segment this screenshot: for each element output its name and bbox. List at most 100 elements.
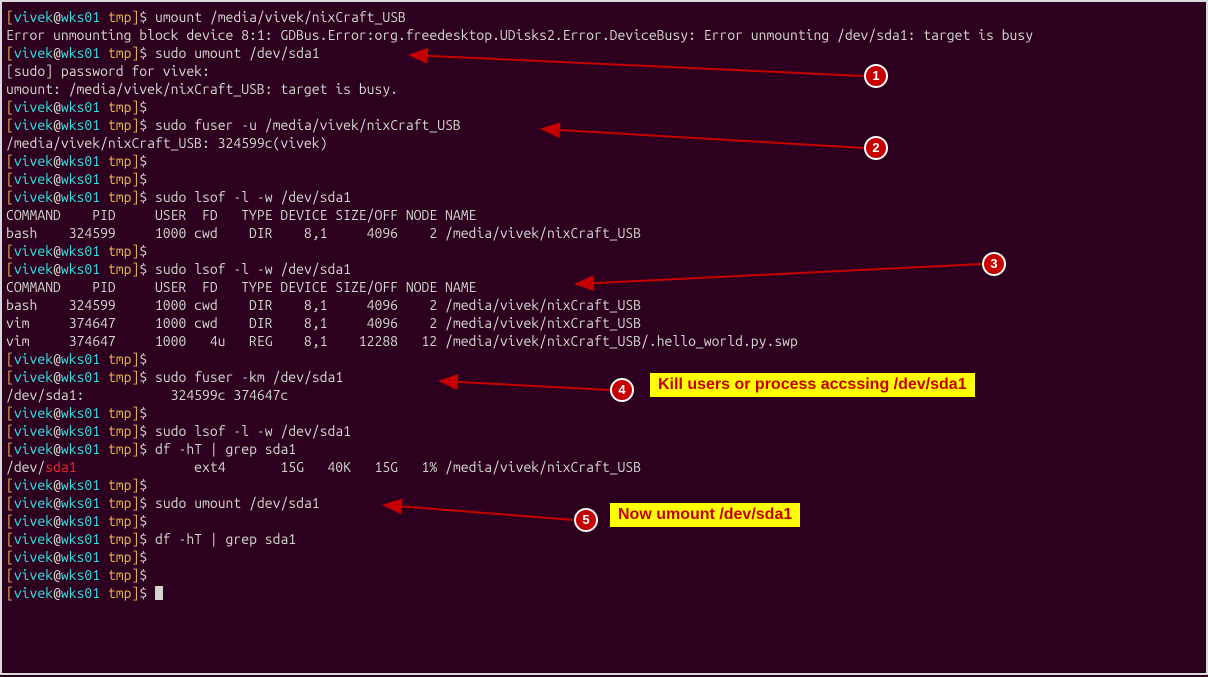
prompt-user: vivek xyxy=(14,567,53,583)
prompt-symbol: $ xyxy=(139,153,155,169)
prompt-host: wks01 xyxy=(61,99,100,115)
output-line: umount: /media/vivek/nixCraft_USB: targe… xyxy=(6,80,1202,98)
command-text: sudo lsof -l -w /dev/sda1 xyxy=(155,189,351,205)
prompt-bracket-open: [ xyxy=(6,531,14,547)
prompt-symbol: $ xyxy=(139,189,155,205)
prompt-symbol: $ xyxy=(139,45,155,61)
prompt-line: [vivek@wks01 tmp]$ df -hT | grep sda1 xyxy=(6,440,1202,458)
prompt-cwd: tmp xyxy=(108,495,132,511)
prompt-line: [vivek@wks01 tmp]$ sudo lsof -l -w /dev/… xyxy=(6,260,1202,278)
prompt-line: [vivek@wks01 tmp]$ sudo lsof -l -w /dev/… xyxy=(6,422,1202,440)
prompt-line: [vivek@wks01 tmp]$ df -hT | grep sda1 xyxy=(6,530,1202,548)
prompt-bracket-open: [ xyxy=(6,513,14,529)
prompt-bracket-open: [ xyxy=(6,243,14,259)
output-line: bash 324599 1000 cwd DIR 8,1 4096 2 /med… xyxy=(6,296,1202,314)
prompt-user: vivek xyxy=(14,171,53,187)
prompt-bracket-open: [ xyxy=(6,477,14,493)
prompt-line: [vivek@wks01 tmp]$ xyxy=(6,170,1202,188)
prompt-user: vivek xyxy=(14,99,53,115)
prompt-user: vivek xyxy=(14,9,53,25)
prompt-cwd: tmp xyxy=(108,171,132,187)
prompt-cwd: tmp xyxy=(108,567,132,583)
prompt-symbol: $ xyxy=(139,495,155,511)
prompt-bracket-open: [ xyxy=(6,423,14,439)
prompt-bracket-open: [ xyxy=(6,171,14,187)
output-line: vim 374647 1000 cwd DIR 8,1 4096 2 /medi… xyxy=(6,314,1202,332)
prompt-bracket-open: [ xyxy=(6,369,14,385)
output-line: COMMAND PID USER FD TYPE DEVICE SIZE/OFF… xyxy=(6,278,1202,296)
prompt-host: wks01 xyxy=(61,423,100,439)
prompt-cwd: tmp xyxy=(108,117,132,133)
prompt-cwd: tmp xyxy=(108,585,132,601)
command-text: sudo umount /dev/sda1 xyxy=(155,45,320,61)
command-text: umount /media/vivek/nixCraft_USB xyxy=(155,9,406,25)
command-text: sudo umount /dev/sda1 xyxy=(155,495,320,511)
prompt-bracket-open: [ xyxy=(6,441,14,457)
prompt-cwd: tmp xyxy=(108,513,132,529)
prompt-line: [vivek@wks01 tmp]$ xyxy=(6,512,1202,530)
prompt-host: wks01 xyxy=(61,549,100,565)
prompt-host: wks01 xyxy=(61,513,100,529)
prompt-cwd: tmp xyxy=(108,261,132,277)
prompt-cwd: tmp xyxy=(108,531,132,547)
prompt-user: vivek xyxy=(14,369,53,385)
prompt-host: wks01 xyxy=(61,351,100,367)
prompt-line: [vivek@wks01 tmp]$ xyxy=(6,242,1202,260)
prompt-user: vivek xyxy=(14,423,53,439)
prompt-host: wks01 xyxy=(61,45,100,61)
cursor xyxy=(155,586,163,600)
prompt-cwd: tmp xyxy=(108,243,132,259)
prompt-user: vivek xyxy=(14,117,53,133)
prompt-host: wks01 xyxy=(61,189,100,205)
prompt-cwd: tmp xyxy=(108,99,132,115)
prompt-cwd: tmp xyxy=(108,405,132,421)
prompt-line: [vivek@wks01 tmp]$ sudo lsof -l -w /dev/… xyxy=(6,188,1202,206)
prompt-symbol: $ xyxy=(139,351,155,367)
prompt-symbol: $ xyxy=(139,243,155,259)
command-text: df -hT | grep sda1 xyxy=(155,531,296,547)
prompt-cwd: tmp xyxy=(108,423,132,439)
prompt-line: [vivek@wks01 tmp]$ umount /media/vivek/n… xyxy=(6,8,1202,26)
prompt-symbol: $ xyxy=(139,513,155,529)
prompt-user: vivek xyxy=(14,585,53,601)
prompt-cwd: tmp xyxy=(108,441,132,457)
prompt-symbol: $ xyxy=(139,261,155,277)
command-text: sudo fuser -u /media/vivek/nixCraft_USB xyxy=(155,117,461,133)
command-text: sudo lsof -l -w /dev/sda1 xyxy=(155,261,351,277)
prompt-line: [vivek@wks01 tmp]$ sudo umount /dev/sda1 xyxy=(6,44,1202,62)
output-line: Error unmounting block device 8:1: GDBus… xyxy=(6,26,1202,44)
prompt-cwd: tmp xyxy=(108,549,132,565)
prompt-line: [vivek@wks01 tmp]$ xyxy=(6,584,1202,602)
prompt-symbol: $ xyxy=(139,9,155,25)
grep-match: sda1 xyxy=(45,459,76,475)
output-line: [sudo] password for vivek: xyxy=(6,62,1202,80)
prompt-user: vivek xyxy=(14,45,53,61)
prompt-host: wks01 xyxy=(61,567,100,583)
prompt-host: wks01 xyxy=(61,477,100,493)
terminal-output[interactable]: [vivek@wks01 tmp]$ umount /media/vivek/n… xyxy=(6,8,1202,602)
prompt-host: wks01 xyxy=(61,243,100,259)
prompt-host: wks01 xyxy=(61,405,100,421)
prompt-line: [vivek@wks01 tmp]$ xyxy=(6,404,1202,422)
prompt-host: wks01 xyxy=(61,585,100,601)
prompt-line: [vivek@wks01 tmp]$ xyxy=(6,152,1202,170)
prompt-bracket-open: [ xyxy=(6,405,14,421)
prompt-user: vivek xyxy=(14,549,53,565)
prompt-user: vivek xyxy=(14,189,53,205)
output-line: /dev/sda1: 324599c 374647c xyxy=(6,386,1202,404)
prompt-symbol: $ xyxy=(139,549,155,565)
prompt-bracket-open: [ xyxy=(6,153,14,169)
command-text: sudo lsof -l -w /dev/sda1 xyxy=(155,423,351,439)
prompt-user: vivek xyxy=(14,351,53,367)
prompt-user: vivek xyxy=(14,531,53,547)
prompt-user: vivek xyxy=(14,261,53,277)
prompt-user: vivek xyxy=(14,153,53,169)
prompt-user: vivek xyxy=(14,405,53,421)
prompt-bracket-open: [ xyxy=(6,9,14,25)
prompt-user: vivek xyxy=(14,513,53,529)
prompt-user: vivek xyxy=(14,477,53,493)
prompt-symbol: $ xyxy=(139,369,155,385)
prompt-host: wks01 xyxy=(61,369,100,385)
prompt-user: vivek xyxy=(14,441,53,457)
output-line: /dev/sda1 ext4 15G 40K 15G 1% /media/viv… xyxy=(6,458,1202,476)
